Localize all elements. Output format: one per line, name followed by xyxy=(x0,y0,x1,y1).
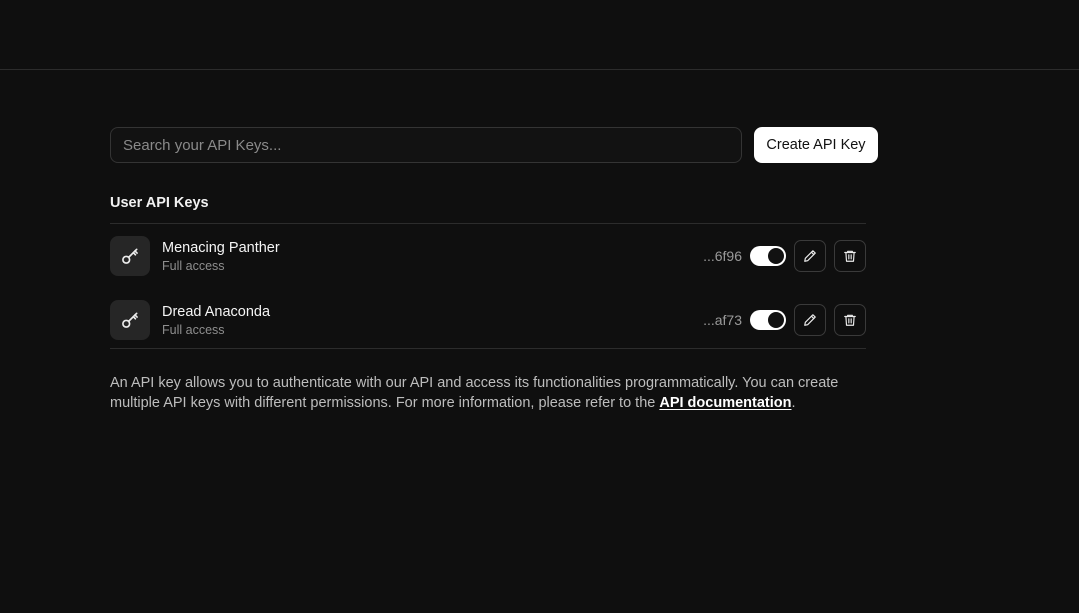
create-api-key-button[interactable]: Create API Key xyxy=(754,127,878,163)
search-input[interactable] xyxy=(110,127,742,163)
api-keys-panel: Create API Key User API Keys Menacing Pa… xyxy=(110,127,878,428)
pencil-icon xyxy=(804,314,816,326)
key-access-level: Full access xyxy=(162,322,225,337)
api-key-row: Menacing Panther Full access ...6f96 xyxy=(110,236,866,276)
key-enabled-toggle[interactable] xyxy=(750,310,786,330)
key-icon xyxy=(122,248,138,264)
trash-icon xyxy=(844,250,856,262)
pencil-icon xyxy=(804,250,816,262)
key-suffix: ...af73 xyxy=(703,312,742,328)
delete-key-button[interactable] xyxy=(834,304,866,336)
trash-icon xyxy=(844,314,856,326)
toggle-knob xyxy=(768,248,784,264)
api-key-row: Dread Anaconda Full access ...af73 xyxy=(110,300,866,340)
key-name: Menacing Panther xyxy=(162,239,280,256)
edit-key-button[interactable] xyxy=(794,240,826,272)
api-keys-list: Menacing Panther Full access ...6f96 Dre… xyxy=(110,223,866,349)
key-avatar xyxy=(110,236,150,276)
top-bar xyxy=(0,0,1079,70)
key-access-level: Full access xyxy=(162,258,225,273)
key-avatar xyxy=(110,300,150,340)
api-documentation-link[interactable]: API documentation xyxy=(659,395,791,411)
edit-key-button[interactable] xyxy=(794,304,826,336)
key-name: Dread Anaconda xyxy=(162,303,271,320)
api-key-description: An API key allows you to authenticate wi… xyxy=(110,373,870,413)
section-title: User API Keys xyxy=(110,195,209,211)
key-info: Menacing Panther Full access xyxy=(162,239,703,274)
key-suffix: ...6f96 xyxy=(703,248,742,264)
toggle-knob xyxy=(768,312,784,328)
search-row: Create API Key xyxy=(110,127,878,163)
key-info: Dread Anaconda Full access xyxy=(162,303,703,338)
description-text-end: . xyxy=(791,395,796,411)
key-enabled-toggle[interactable] xyxy=(750,246,786,266)
key-icon xyxy=(122,312,138,328)
delete-key-button[interactable] xyxy=(834,240,866,272)
